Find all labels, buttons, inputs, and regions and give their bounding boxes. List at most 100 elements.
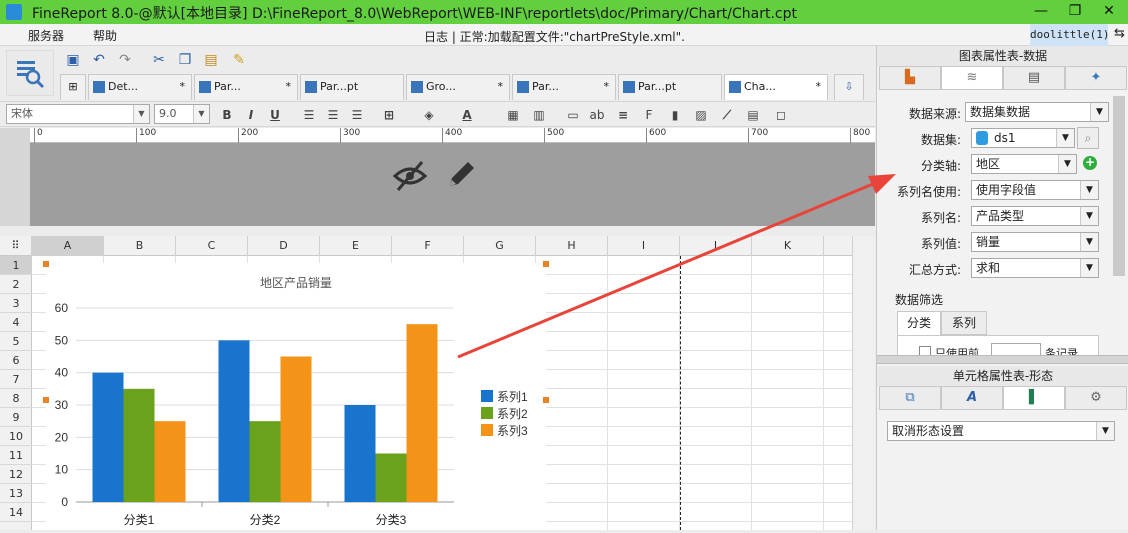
filter-tab-category[interactable]: 分类: [897, 311, 941, 335]
column-header-e[interactable]: E: [320, 236, 392, 256]
insert-formula-icon[interactable]: F: [640, 106, 658, 124]
hide-eye-icon[interactable]: [392, 158, 428, 194]
filter-tab-series[interactable]: 系列: [941, 311, 987, 335]
bold-icon[interactable]: B: [218, 106, 236, 124]
italic-icon[interactable]: I: [242, 106, 260, 124]
tab-chart-active[interactable]: Cha... *: [724, 74, 828, 100]
chart[interactable]: 地区产品销量 0 10 20 30 40 50 60 分类1 分类2 分类3 系列1 系列2 系列3: [46, 263, 546, 530]
insert-float-icon[interactable]: ◻: [772, 106, 790, 124]
tab-list-icon[interactable]: ⇩: [834, 74, 864, 100]
tab-cell-font[interactable]: A: [941, 386, 1003, 410]
insert-richtext-icon[interactable]: ≡: [614, 106, 632, 124]
unmerge-icon[interactable]: ▥: [530, 106, 548, 124]
row-header-12[interactable]: 12: [0, 465, 32, 484]
font-size-select[interactable]: 9.0 ▼: [154, 104, 210, 124]
panel-splitter[interactable]: [877, 355, 1128, 364]
row-header-13[interactable]: 13: [0, 484, 32, 503]
align-left-icon[interactable]: ☰: [300, 106, 318, 124]
vertical-scrollbar[interactable]: [852, 236, 875, 530]
shape-select[interactable]: 取消形态设置 ▼: [887, 421, 1115, 441]
tab-par-3[interactable]: Par... *: [512, 74, 616, 100]
column-header-a[interactable]: A: [32, 236, 104, 256]
row-header-10[interactable]: 10: [0, 427, 32, 446]
summary-select[interactable]: 求和 ▼: [971, 258, 1099, 278]
save-icon[interactable]: ▣: [64, 51, 82, 69]
border-icon[interactable]: ⊞: [380, 106, 398, 124]
row-header-9[interactable]: 9: [0, 408, 32, 427]
tab-par-2[interactable]: Par...pt: [300, 74, 404, 100]
row-header-8[interactable]: 8: [0, 389, 32, 408]
series-value-select[interactable]: 销量 ▼: [971, 232, 1099, 252]
data-source-select[interactable]: 数据集数据 ▼: [965, 102, 1109, 122]
add-icon[interactable]: +: [1083, 156, 1097, 170]
cut-icon[interactable]: ✂: [150, 51, 168, 69]
font-family-select[interactable]: 宋体 ▼: [6, 104, 150, 124]
resize-handle[interactable]: [543, 261, 549, 267]
panel-scrollbar[interactable]: [1113, 96, 1125, 276]
row-header-4[interactable]: 4: [0, 313, 32, 332]
column-header-d[interactable]: D: [248, 236, 320, 256]
undo-icon[interactable]: ↶: [90, 51, 108, 69]
tab-close[interactable]: *: [498, 75, 504, 99]
column-header-b[interactable]: B: [104, 236, 176, 256]
column-header-f[interactable]: F: [392, 236, 464, 256]
column-header-j[interactable]: J: [680, 236, 752, 256]
template-preview-icon[interactable]: [6, 50, 54, 96]
row-header-14[interactable]: 14: [0, 503, 32, 522]
tab-par-1[interactable]: Par... *: [194, 74, 298, 100]
user-badge[interactable]: doolittle(1): [1030, 24, 1109, 46]
insert-text-icon[interactable]: ▭: [564, 106, 582, 124]
swap-icon[interactable]: ⇆: [1114, 26, 1125, 41]
align-center-icon[interactable]: ☰: [324, 106, 342, 124]
column-header-g[interactable]: G: [464, 236, 536, 256]
paste-icon[interactable]: ▤: [202, 51, 220, 69]
format-painter-icon[interactable]: ✎: [230, 51, 248, 69]
search-icon[interactable]: ⌕: [1077, 127, 1099, 149]
insert-image-icon[interactable]: ▨: [692, 106, 710, 124]
column-header-c[interactable]: C: [176, 236, 248, 256]
insert-slash-icon[interactable]: ⟋: [718, 106, 736, 124]
insert-string-icon[interactable]: ab: [588, 106, 606, 124]
series-name-select[interactable]: 产品类型 ▼: [971, 206, 1099, 226]
resize-handle[interactable]: [43, 261, 49, 267]
tab-gro[interactable]: Gro... *: [406, 74, 510, 100]
select-all-corner[interactable]: ⠿: [0, 236, 32, 256]
column-header-i[interactable]: I: [608, 236, 680, 256]
tab-det[interactable]: Det... *: [88, 74, 192, 100]
row-header-11[interactable]: 11: [0, 446, 32, 465]
row-header-7[interactable]: 7: [0, 370, 32, 389]
tab-cell-element[interactable]: ⧉: [879, 386, 941, 410]
redo-icon[interactable]: ↷: [116, 51, 134, 69]
close-button[interactable]: ✕: [1092, 0, 1126, 24]
column-header-k[interactable]: K: [752, 236, 824, 256]
tab-chart-style[interactable]: ▤: [1003, 66, 1065, 90]
tab-close[interactable]: *: [816, 75, 822, 99]
tab-par-4[interactable]: Par...pt: [618, 74, 722, 100]
column-header-h[interactable]: H: [536, 236, 608, 256]
tab-chart-type[interactable]: ▙: [879, 66, 941, 90]
tab-chart-data[interactable]: ≋: [941, 66, 1003, 90]
restore-button[interactable]: ❐: [1058, 0, 1092, 24]
tab-cell-settings[interactable]: ⚙: [1065, 386, 1127, 410]
series-name-use-select[interactable]: 使用字段值 ▼: [971, 180, 1099, 200]
row-header-3[interactable]: 3: [0, 294, 32, 313]
tab-close[interactable]: *: [286, 75, 292, 99]
merge-icon[interactable]: ▦: [504, 106, 522, 124]
tab-close[interactable]: *: [180, 75, 186, 99]
tab-cell-shape[interactable]: ▌: [1003, 386, 1065, 410]
dataset-select[interactable]: ds1 ▼: [971, 128, 1075, 148]
font-color-icon[interactable]: A: [458, 106, 476, 124]
category-select[interactable]: 地区 ▼: [971, 154, 1077, 174]
insert-chart-icon[interactable]: ▮: [666, 106, 684, 124]
underline-icon[interactable]: U: [266, 106, 284, 124]
row-header-6[interactable]: 6: [0, 351, 32, 370]
fill-color-icon[interactable]: ◈: [420, 106, 438, 124]
insert-subreport-icon[interactable]: ▤: [744, 106, 762, 124]
edit-pencil-icon[interactable]: [444, 158, 478, 192]
align-right-icon[interactable]: ☰: [348, 106, 366, 124]
row-header-1[interactable]: 1: [0, 256, 32, 275]
menu-server[interactable]: 服务器: [28, 27, 64, 44]
minimize-button[interactable]: —: [1024, 0, 1058, 24]
resize-handle[interactable]: [543, 397, 549, 403]
new-template-icon[interactable]: ⊞: [60, 74, 86, 100]
